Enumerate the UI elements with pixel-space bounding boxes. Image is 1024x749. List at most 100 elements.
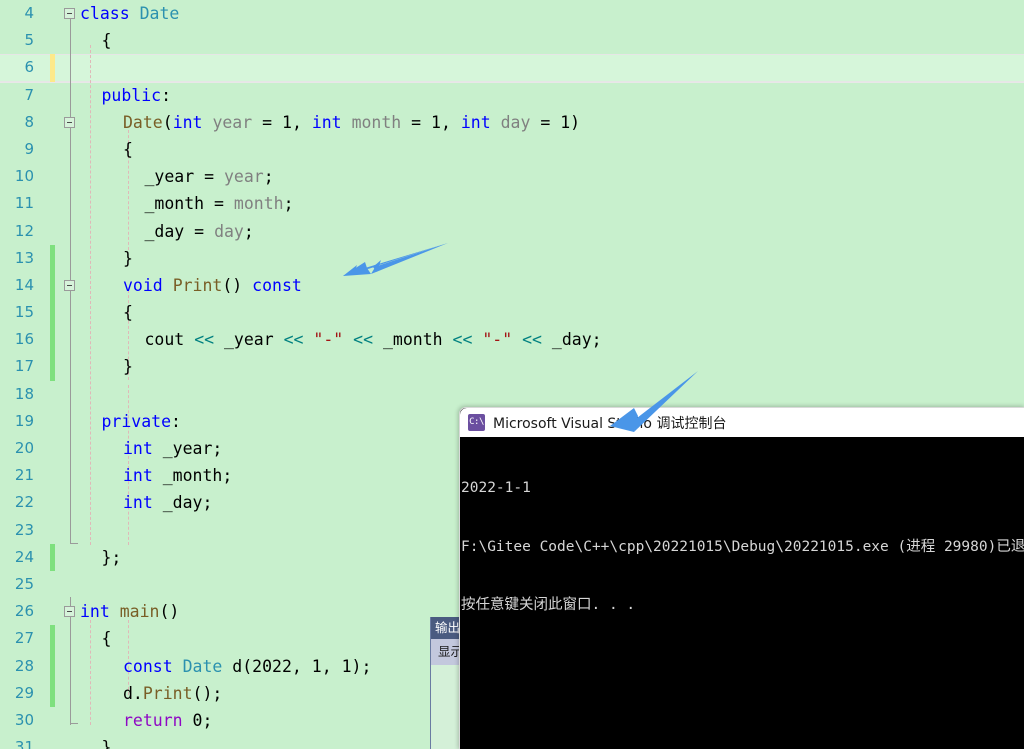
code-text: } xyxy=(123,245,133,272)
code-line[interactable]: 14 void Print() const xyxy=(0,271,1024,300)
code-token: , xyxy=(291,656,312,676)
code-line[interactable]: 17} xyxy=(0,353,1024,381)
code-token: << xyxy=(194,330,215,350)
code-token: const xyxy=(252,275,302,295)
indent-guide xyxy=(90,620,92,725)
code-text: _month = month; xyxy=(145,190,294,217)
code-token: { xyxy=(101,31,112,51)
console-line: 2022-1-1 xyxy=(461,480,531,496)
code-token: << xyxy=(283,330,304,350)
code-line[interactable]: 5{ xyxy=(0,27,1024,54)
code-token: cout xyxy=(144,330,185,350)
code-token: _month; xyxy=(152,466,233,486)
code-token: 1 xyxy=(560,112,571,132)
code-line[interactable]: 15 { xyxy=(0,299,1024,327)
gutter-change-bar xyxy=(50,625,55,653)
code-line[interactable]: 9{ xyxy=(0,136,1024,163)
gutter-change-bar xyxy=(50,271,55,300)
code-line[interactable]: 13} xyxy=(0,244,1024,272)
fold-toggle-icon[interactable] xyxy=(64,116,75,128)
code-line[interactable]: 10 _year = year; xyxy=(0,163,1024,190)
code-token: return xyxy=(123,710,183,730)
code-token: public xyxy=(101,85,162,105)
code-line[interactable]: 12 _day = day; xyxy=(0,218,1024,245)
screen-root: 4 class Date 5{6 7 public: 8 Date(int year = 1… xyxy=(0,0,1024,749)
code-token: ); xyxy=(351,656,372,676)
code-text: int _month; xyxy=(123,462,232,489)
code-token: day xyxy=(500,112,531,132)
line-number: 26 xyxy=(14,602,34,621)
code-token: Date xyxy=(182,656,223,676)
code-token: : xyxy=(161,85,172,105)
code-token: = xyxy=(204,194,234,214)
code-line[interactable]: 16 cout << _year << "-" << _month << "-" … xyxy=(0,326,1024,354)
code-token: { xyxy=(101,629,112,649)
fold-toggle-icon[interactable] xyxy=(64,279,75,291)
code-line[interactable]: 6 xyxy=(0,54,1024,82)
gutter-change-bar xyxy=(50,679,55,707)
code-token: _year xyxy=(144,167,195,187)
code-line[interactable]: 4 class Date xyxy=(0,0,1024,27)
line-number: 13 xyxy=(14,248,34,267)
line-number: 12 xyxy=(14,221,34,240)
code-token: (); xyxy=(192,683,223,703)
code-token: const xyxy=(123,656,173,676)
line-number: 24 xyxy=(14,547,34,566)
code-text: int _day; xyxy=(123,489,212,516)
code-token: int xyxy=(172,112,203,132)
code-line[interactable]: 7 public: xyxy=(0,82,1024,109)
line-number: 18 xyxy=(14,384,34,403)
code-token: << xyxy=(522,330,542,350)
line-number: 6 xyxy=(24,58,34,77)
code-line[interactable]: 8 Date(int year = 1, int month = 1, int d… xyxy=(0,109,1024,136)
code-token: _month xyxy=(144,194,205,214)
code-token: () xyxy=(159,602,180,622)
console-titlebar[interactable]: C:\ Microsoft Visual Studio 调试控制台 xyxy=(460,408,1024,437)
code-token: _month xyxy=(373,330,453,350)
code-token: ( xyxy=(162,112,173,132)
line-number: 25 xyxy=(14,574,34,593)
code-token: _year; xyxy=(152,439,223,458)
line-number: 11 xyxy=(14,194,34,213)
code-token: { xyxy=(123,303,133,323)
code-token: } xyxy=(123,248,133,268)
code-text: _day = day; xyxy=(145,218,254,245)
gutter-change-bar xyxy=(50,353,55,381)
code-token: "-" xyxy=(313,330,344,350)
scope-guide-tick xyxy=(70,723,78,724)
code-token: class xyxy=(80,4,140,23)
code-token: Date xyxy=(123,112,163,132)
gutter-change-bar xyxy=(50,244,55,272)
console-output: 2022-1-1 F:\Gitee Code\C++\cpp\20221015\… xyxy=(460,437,1024,749)
line-number: 5 xyxy=(24,31,34,50)
line-number: 16 xyxy=(14,330,34,349)
code-text: void Print() const xyxy=(123,272,302,299)
code-text: }; xyxy=(102,544,122,571)
code-token: void xyxy=(123,275,163,295)
code-token: "-" xyxy=(482,330,513,350)
code-token: ; xyxy=(202,710,213,730)
code-token: = xyxy=(401,112,432,132)
code-token: int xyxy=(80,602,110,622)
code-token: , xyxy=(321,656,342,676)
line-number: 28 xyxy=(14,656,34,675)
fold-toggle-icon[interactable] xyxy=(64,8,75,19)
code-token: } xyxy=(101,738,112,749)
code-line[interactable]: 18 xyxy=(0,381,1024,408)
line-number: 23 xyxy=(14,520,34,539)
console-title: Microsoft Visual Studio 调试控制台 xyxy=(493,415,727,432)
debug-console-window[interactable]: C:\ Microsoft Visual Studio 调试控制台 2022-1… xyxy=(459,407,1024,749)
code-token: d. xyxy=(123,683,143,703)
code-text: Date(int year = 1, int month = 1, int da… xyxy=(123,109,580,136)
code-text: } xyxy=(123,353,133,380)
code-token: 1 xyxy=(431,112,441,132)
code-line[interactable]: 11 _month = month; xyxy=(0,190,1024,217)
fold-toggle-icon[interactable] xyxy=(64,606,75,618)
